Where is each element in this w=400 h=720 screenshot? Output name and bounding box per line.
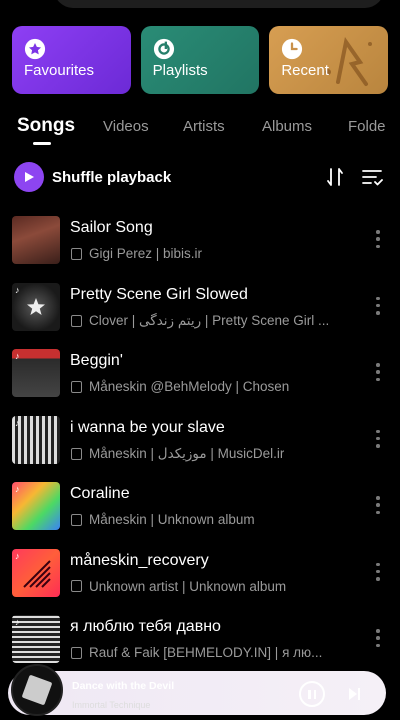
song-title: måneskin_recovery xyxy=(70,551,209,569)
phone-storage-icon xyxy=(71,314,82,327)
sort-icon[interactable] xyxy=(324,165,348,189)
song-title: i wanna be your slave xyxy=(70,418,225,436)
album-art: ♪ xyxy=(12,415,60,464)
music-note-icon: ♪ xyxy=(15,550,20,561)
song-title: Sailor Song xyxy=(70,219,153,236)
song-subtitle: Måneskin @BehMelody | Chosen xyxy=(89,379,290,394)
song-row[interactable]: ♪ я люблю тебя давно Rauf & Faik [BEHMEL… xyxy=(0,605,400,672)
music-note-icon: ♪ xyxy=(15,351,20,361)
song-title: Beggin' xyxy=(70,352,123,369)
more-options-icon[interactable] xyxy=(370,361,386,383)
album-art: ♪ xyxy=(12,615,60,663)
recent-decoration-icon xyxy=(325,37,373,86)
song-subtitle: Unknown artist | Unknown album xyxy=(89,578,287,594)
shuffle-playback-button[interactable]: Shuffle playback xyxy=(14,162,171,192)
song-title: Pretty Scene Girl Slowed xyxy=(70,285,248,303)
album-art: ♪ xyxy=(12,548,60,597)
favourites-label: Favourites xyxy=(24,62,95,79)
song-title: я люблю тебя давно xyxy=(70,618,221,635)
music-note-icon: ♪ xyxy=(15,617,20,627)
tab-albums[interactable]: Albums xyxy=(262,118,312,135)
playlist-icon xyxy=(153,38,174,60)
star-icon xyxy=(24,38,46,60)
album-art: ♪ xyxy=(12,482,60,530)
more-options-icon[interactable] xyxy=(370,295,386,317)
album-art: ♪ xyxy=(12,282,60,331)
song-list: Sailor Song Gigi Perez | bibis.ir ♪ Pret… xyxy=(0,206,400,672)
recent-card[interactable]: Recent xyxy=(269,26,389,94)
playlists-label: Playlists xyxy=(152,62,208,79)
quick-access-cards: Favourites Playlists Recent xyxy=(12,26,389,94)
now-playing-artist: Immortal Technique xyxy=(72,700,151,710)
mini-player[interactable] xyxy=(8,671,386,715)
phone-storage-icon xyxy=(71,513,82,526)
playlists-card[interactable]: Playlists xyxy=(140,26,260,94)
search-bar[interactable] xyxy=(54,0,384,8)
category-tabs: Songs Videos Artists Albums Folde xyxy=(0,112,400,152)
music-note-icon: ♪ xyxy=(15,417,20,428)
clock-icon xyxy=(282,38,303,60)
song-row[interactable]: Sailor Song Gigi Perez | bibis.ir xyxy=(0,206,400,273)
play-icon xyxy=(14,162,44,192)
star-icon xyxy=(27,297,45,315)
more-options-icon[interactable] xyxy=(370,428,386,450)
more-options-icon[interactable] xyxy=(370,561,386,583)
now-playing-album-art[interactable] xyxy=(11,664,63,716)
song-row[interactable]: ♪ Beggin' Måneskin @BehMelody | Chosen xyxy=(0,339,400,406)
music-note-icon: ♪ xyxy=(15,484,20,494)
tab-songs[interactable]: Songs xyxy=(17,115,75,137)
more-options-icon[interactable] xyxy=(370,494,386,516)
tab-folders[interactable]: Folde xyxy=(348,118,386,135)
active-tab-indicator xyxy=(33,142,51,145)
song-subtitle: Clover | ریتم زندگی | Pretty Scene Girl … xyxy=(89,312,330,328)
multi-select-icon[interactable] xyxy=(360,165,384,189)
favourites-card[interactable]: Favourites xyxy=(12,26,131,94)
tab-videos[interactable]: Videos xyxy=(103,118,149,135)
pattern-icon xyxy=(23,559,51,588)
skip-next-icon[interactable] xyxy=(346,686,362,702)
song-row[interactable]: ♪ i wanna be your slave Måneskin | موزیک… xyxy=(0,406,400,473)
song-subtitle: Måneskin | Unknown album xyxy=(89,512,255,527)
song-row[interactable]: ♪ Coraline Måneskin | Unknown album xyxy=(0,472,400,539)
phone-storage-icon xyxy=(71,580,82,592)
phone-storage-icon xyxy=(71,380,82,393)
album-art: ♪ xyxy=(12,349,60,397)
album-art xyxy=(12,216,60,264)
recent-label: Recent xyxy=(281,62,329,79)
more-options-icon[interactable] xyxy=(370,627,386,649)
song-row[interactable]: ♪ måneskin_recovery Unknown artist | Unk… xyxy=(0,539,400,606)
more-options-icon[interactable] xyxy=(370,228,386,250)
now-playing-title: Dance with the Devil xyxy=(72,680,175,692)
tab-artists[interactable]: Artists xyxy=(183,118,225,135)
phone-storage-icon xyxy=(71,247,82,260)
song-subtitle: Gigi Perez | bibis.ir xyxy=(89,246,203,261)
phone-storage-icon xyxy=(71,447,82,460)
pause-button[interactable] xyxy=(299,681,325,707)
song-subtitle: Rauf & Faik [BEHMELODY.IN] | я лю... xyxy=(89,645,323,660)
song-row[interactable]: ♪ Pretty Scene Girl Slowed Clover | ریتم… xyxy=(0,273,400,340)
song-title: Coraline xyxy=(70,485,130,502)
song-subtitle: Måneskin | موزیکدل | MusicDel.ir xyxy=(89,445,285,461)
shuffle-playback-label: Shuffle playback xyxy=(52,168,172,186)
phone-storage-icon xyxy=(71,646,82,659)
music-note-icon: ♪ xyxy=(15,284,20,295)
